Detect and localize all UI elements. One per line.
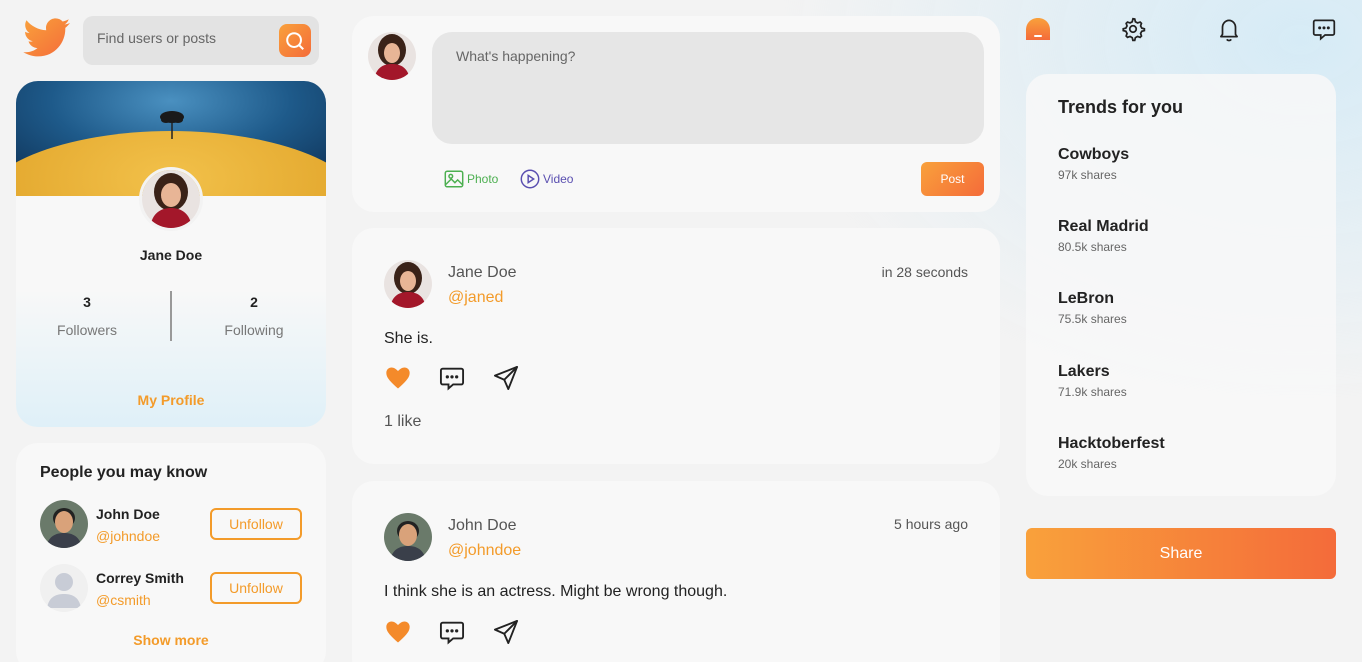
post-composer: Photo Video Post [352,16,1000,212]
avatar[interactable] [384,260,432,308]
post-actions [384,364,520,392]
post-card: John Doe @johndoe 5 hours ago I think sh… [352,481,1000,662]
post-actions [384,618,520,646]
post-button[interactable]: Post [921,162,984,196]
profile-name: Jane Doe [139,247,203,263]
profile-card: Jane Doe 3 Followers 2 Following My Prof… [16,81,326,427]
trend-name: Hacktoberfest [1058,435,1165,452]
post-body: She is. [384,330,433,347]
comment-icon[interactable] [438,364,466,392]
heart-icon[interactable] [384,618,412,646]
trend-item[interactable]: Cowboys 97k shares [1058,146,1129,182]
show-more-link[interactable]: Show more [16,632,326,648]
avatar[interactable] [40,564,88,612]
gear-icon[interactable] [1120,16,1146,42]
post-handle[interactable]: @johndoe [448,542,521,560]
like-count[interactable]: 1 like [384,413,421,431]
list-item: John Doe @johndoe Unfollow [40,500,302,548]
avatar[interactable] [368,32,416,80]
trend-name: Cowboys [1058,146,1130,163]
post-card: Jane Doe @janed in 28 seconds She is. 1 … [352,228,1000,464]
video-button[interactable]: Video [519,168,573,190]
post-author[interactable]: John Doe [448,517,517,535]
followers-count: 3 [83,294,91,310]
post-author[interactable]: Jane Doe [448,264,517,282]
trend-item[interactable]: LeBron 75.5k shares [1058,290,1127,326]
post-body: I think she is an actress. Might be wron… [384,583,728,600]
trend-shares: 20k shares [1058,457,1117,471]
person-handle[interactable]: @johndoe [96,528,160,544]
trend-item[interactable]: Lakers 71.9k shares [1058,363,1127,399]
trend-shares: 80.5k shares [1058,240,1127,254]
my-profile-link[interactable]: My Profile [16,392,326,408]
trend-shares: 75.5k shares [1058,312,1127,326]
trend-name: LeBron [1058,290,1114,307]
trends-card: Trends for you Cowboys 97k shares Real M… [1026,74,1336,496]
unfollow-button[interactable]: Unfollow [210,572,302,604]
trend-item[interactable]: Real Madrid 80.5k shares [1058,218,1149,254]
play-icon [520,169,540,189]
trend-name: Real Madrid [1058,218,1149,235]
trend-shares: 71.9k shares [1058,385,1127,399]
list-item: Correy Smith @csmith Unfollow [40,564,302,612]
heart-icon[interactable] [384,364,412,392]
comment-icon[interactable] [438,618,466,646]
avatar[interactable] [40,500,88,548]
photo-label: Photo [467,172,499,186]
send-icon[interactable] [492,364,520,392]
post-handle[interactable]: @janed [448,289,503,307]
post-time: in 28 seconds [881,264,968,280]
chat-icon[interactable] [1311,16,1337,42]
followers-label: Followers [57,322,117,338]
search-icon [286,31,304,50]
avatar[interactable] [384,513,432,561]
send-icon[interactable] [492,618,520,646]
search-input[interactable] [97,30,277,46]
person-name[interactable]: Correy Smith [96,570,184,586]
bell-icon[interactable] [1216,16,1242,42]
avatar[interactable] [139,167,203,231]
share-button[interactable]: Share [1026,528,1336,579]
person-handle[interactable]: @csmith [96,592,151,608]
compose-input[interactable] [432,32,984,144]
person-name[interactable]: John Doe [96,506,160,522]
trend-shares: 97k shares [1058,168,1117,182]
post-time: 5 hours ago [894,516,968,532]
unfollow-button[interactable]: Unfollow [210,508,302,540]
image-icon [444,170,464,188]
video-label: Video [543,172,574,186]
bird-logo-icon[interactable] [22,18,72,62]
trend-name: Lakers [1058,363,1110,380]
photo-button[interactable]: Photo [443,168,498,190]
followers-stat[interactable]: 3 Followers [27,294,147,338]
trends-title: Trends for you [1058,97,1184,117]
following-count: 2 [250,294,258,310]
following-stat[interactable]: 2 Following [194,294,314,338]
stats-divider [170,291,172,341]
trend-item[interactable]: Hacktoberfest 20k shares [1058,435,1165,471]
home-icon[interactable] [1025,16,1051,42]
people-card: People you may know John Doe @johndoe Un… [16,443,326,662]
search-button[interactable] [279,24,311,57]
people-title: People you may know [40,464,208,481]
following-label: Following [224,322,284,338]
